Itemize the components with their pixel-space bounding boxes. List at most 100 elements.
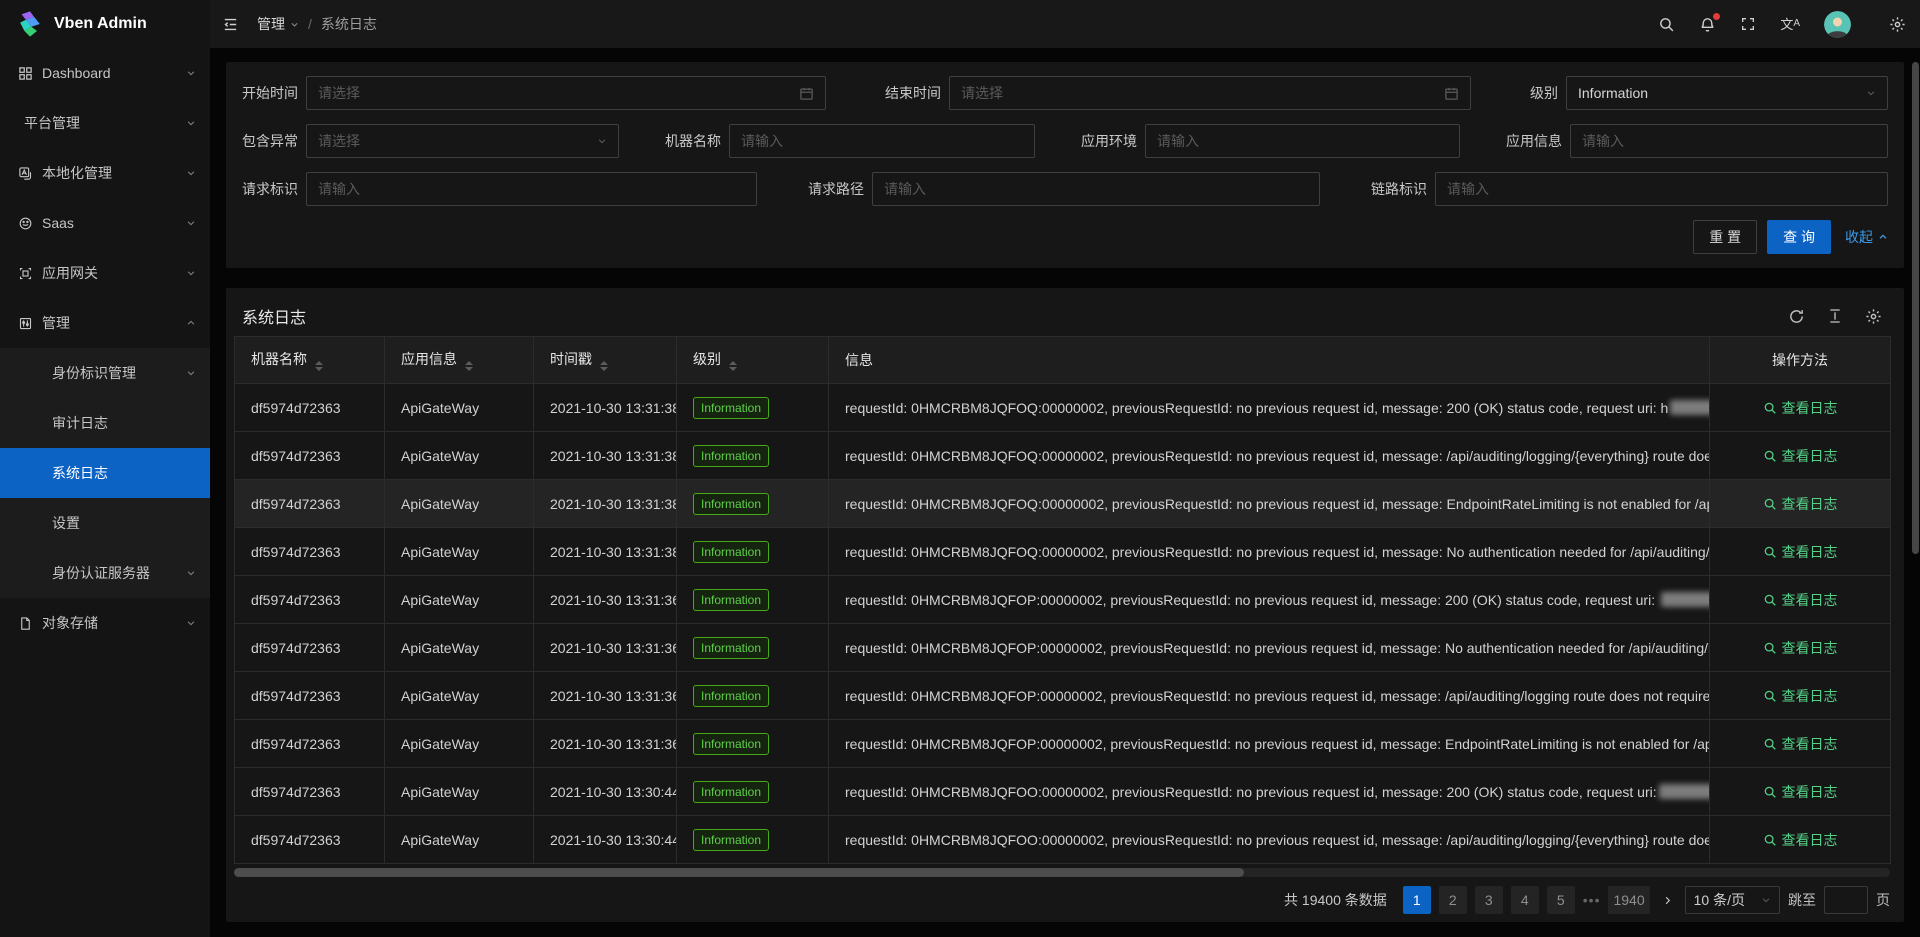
- search-icon: [1763, 449, 1777, 463]
- timestamp-cell: 2021-10-30 13:30:44: [534, 768, 677, 816]
- start-time-input[interactable]: 请选择: [306, 76, 826, 110]
- table-row[interactable]: df5974d72363ApiGateWay2021-10-30 13:31:3…: [235, 528, 1891, 576]
- reset-button[interactable]: 重 置: [1693, 220, 1757, 254]
- collapse-link[interactable]: 收起: [1845, 227, 1888, 247]
- column-header[interactable]: 机器名称: [235, 337, 385, 384]
- level-badge: Information: [693, 829, 769, 851]
- table-row[interactable]: df5974d72363ApiGateWay2021-10-30 13:31:3…: [235, 432, 1891, 480]
- vertical-scrollbar-thumb[interactable]: [1912, 62, 1919, 554]
- bell-icon[interactable]: [1699, 16, 1716, 33]
- machine-cell: df5974d72363: [235, 384, 385, 432]
- trace-id-input[interactable]: [1435, 172, 1888, 206]
- machine-name-input[interactable]: [729, 124, 1035, 158]
- settings-icon[interactable]: [1889, 16, 1906, 33]
- app-env-input[interactable]: [1145, 124, 1460, 158]
- chevron-down-icon: [597, 136, 607, 146]
- column-header[interactable]: 应用信息: [385, 337, 534, 384]
- page-ellipsis[interactable]: •••: [1583, 892, 1601, 908]
- page-button-1[interactable]: 1: [1403, 886, 1431, 914]
- sort-carets-icon[interactable]: [465, 361, 473, 371]
- jump-page-input[interactable]: [1824, 886, 1868, 914]
- refresh-icon[interactable]: [1788, 308, 1805, 325]
- sort-carets-icon[interactable]: [315, 361, 323, 371]
- breadcrumb-section[interactable]: 管理: [257, 14, 285, 34]
- sidebar-item-label: 身份认证服务器: [52, 563, 150, 583]
- avatar[interactable]: [1824, 11, 1851, 38]
- chevron-up-icon: [1878, 232, 1888, 242]
- level-badge: Information: [693, 637, 769, 659]
- sidebar-item-system-log[interactable]: 系统日志: [0, 448, 210, 498]
- logo[interactable]: Vben Admin: [0, 0, 210, 48]
- table-row[interactable]: df5974d72363ApiGateWay2021-10-30 13:31:3…: [235, 672, 1891, 720]
- sidebar-item-label: Saas: [42, 215, 74, 231]
- sidebar-item-settings[interactable]: 设置: [0, 498, 210, 548]
- machine-cell: df5974d72363: [235, 432, 385, 480]
- table-row[interactable]: df5974d72363ApiGateWay2021-10-30 13:31:3…: [235, 384, 1891, 432]
- query-button[interactable]: 查 询: [1767, 220, 1831, 254]
- table-row[interactable]: df5974d72363ApiGateWay2021-10-30 13:31:3…: [235, 576, 1891, 624]
- sidebar-item-platform[interactable]: 平台管理: [0, 98, 210, 148]
- page-button-1940[interactable]: 1940: [1608, 886, 1649, 914]
- sidebar-item-localization[interactable]: 本地化管理: [0, 148, 210, 198]
- view-log-link[interactable]: 查看日志: [1763, 638, 1838, 658]
- next-page-button[interactable]: [1662, 895, 1673, 906]
- table-row[interactable]: df5974d72363ApiGateWay2021-10-30 13:30:4…: [235, 816, 1891, 864]
- sort-carets-icon[interactable]: [600, 361, 608, 371]
- view-log-link[interactable]: 查看日志: [1763, 830, 1838, 850]
- sidebar-item-object-storage[interactable]: 对象存储: [0, 598, 210, 648]
- column-header[interactable]: 级别: [677, 337, 829, 384]
- sidebar-item-audit-log[interactable]: 审计日志: [0, 398, 210, 448]
- page-button-3[interactable]: 3: [1475, 886, 1503, 914]
- level-select[interactable]: Information: [1566, 76, 1888, 110]
- table-settings-icon[interactable]: [1865, 308, 1882, 325]
- horizontal-scrollbar[interactable]: [234, 868, 1890, 877]
- page-button-2[interactable]: 2: [1439, 886, 1467, 914]
- search-icon[interactable]: [1658, 16, 1675, 33]
- sidebar-item-auth-server[interactable]: 身份认证服务器: [0, 548, 210, 598]
- timestamp-cell: 2021-10-30 13:31:36: [534, 672, 677, 720]
- view-log-link[interactable]: 查看日志: [1763, 494, 1838, 514]
- page-button-5[interactable]: 5: [1547, 886, 1575, 914]
- view-log-link[interactable]: 查看日志: [1763, 686, 1838, 706]
- machine-cell: df5974d72363: [235, 768, 385, 816]
- sidebar-item-label: 身份标识管理: [52, 363, 136, 383]
- end-time-input[interactable]: 请选择: [949, 76, 1471, 110]
- table-row[interactable]: df5974d72363ApiGateWay2021-10-30 13:31:3…: [235, 624, 1891, 672]
- column-header[interactable]: 时间戳: [534, 337, 677, 384]
- include-exception-select[interactable]: 请选择: [306, 124, 619, 158]
- view-log-link[interactable]: 查看日志: [1763, 734, 1838, 754]
- table-row[interactable]: df5974d72363ApiGateWay2021-10-30 13:31:3…: [235, 720, 1891, 768]
- sidebar-item-manage[interactable]: 管理: [0, 298, 210, 348]
- column-height-icon[interactable]: [1827, 308, 1843, 325]
- view-log-link[interactable]: 查看日志: [1763, 398, 1838, 418]
- sidebar-item-label: 审计日志: [52, 413, 108, 433]
- app-info-input[interactable]: [1570, 124, 1888, 158]
- gateway-icon: [18, 266, 33, 281]
- sidebar-item-saas[interactable]: Saas: [0, 198, 210, 248]
- field-label: 包含异常: [242, 131, 298, 151]
- sidebar-item-gateway[interactable]: 应用网关: [0, 248, 210, 298]
- level-cell: Information: [677, 480, 829, 528]
- sidebar-item-dashboard[interactable]: Dashboard: [0, 48, 210, 98]
- chevron-down-icon: [186, 268, 196, 278]
- view-log-link[interactable]: 查看日志: [1763, 782, 1838, 802]
- table-toolbar: [1788, 308, 1888, 325]
- page-size-select[interactable]: 10 条/页: [1685, 886, 1780, 914]
- request-id-input[interactable]: [306, 172, 757, 206]
- action-cell: 查看日志: [1710, 624, 1891, 672]
- view-log-link[interactable]: 查看日志: [1763, 542, 1838, 562]
- sort-carets-icon[interactable]: [729, 361, 737, 371]
- message-cell: requestId: 0HMCRBM8JQFOQ:00000002, previ…: [829, 384, 1710, 432]
- request-path-input[interactable]: [872, 172, 1320, 206]
- message-cell: requestId: 0HMCRBM8JQFOP:00000002, previ…: [829, 624, 1710, 672]
- fullscreen-icon[interactable]: [1740, 16, 1756, 32]
- translate-icon[interactable]: 文A: [1780, 18, 1800, 31]
- table-row[interactable]: df5974d72363ApiGateWay2021-10-30 13:31:3…: [235, 480, 1891, 528]
- horizontal-scrollbar-thumb[interactable]: [234, 868, 1244, 877]
- page-button-4[interactable]: 4: [1511, 886, 1539, 914]
- menu-fold-icon[interactable]: [222, 16, 239, 33]
- sidebar-item-identity-manage[interactable]: 身份标识管理: [0, 348, 210, 398]
- table-row[interactable]: df5974d72363ApiGateWay2021-10-30 13:30:4…: [235, 768, 1891, 816]
- view-log-link[interactable]: 查看日志: [1763, 590, 1838, 610]
- view-log-link[interactable]: 查看日志: [1763, 446, 1838, 466]
